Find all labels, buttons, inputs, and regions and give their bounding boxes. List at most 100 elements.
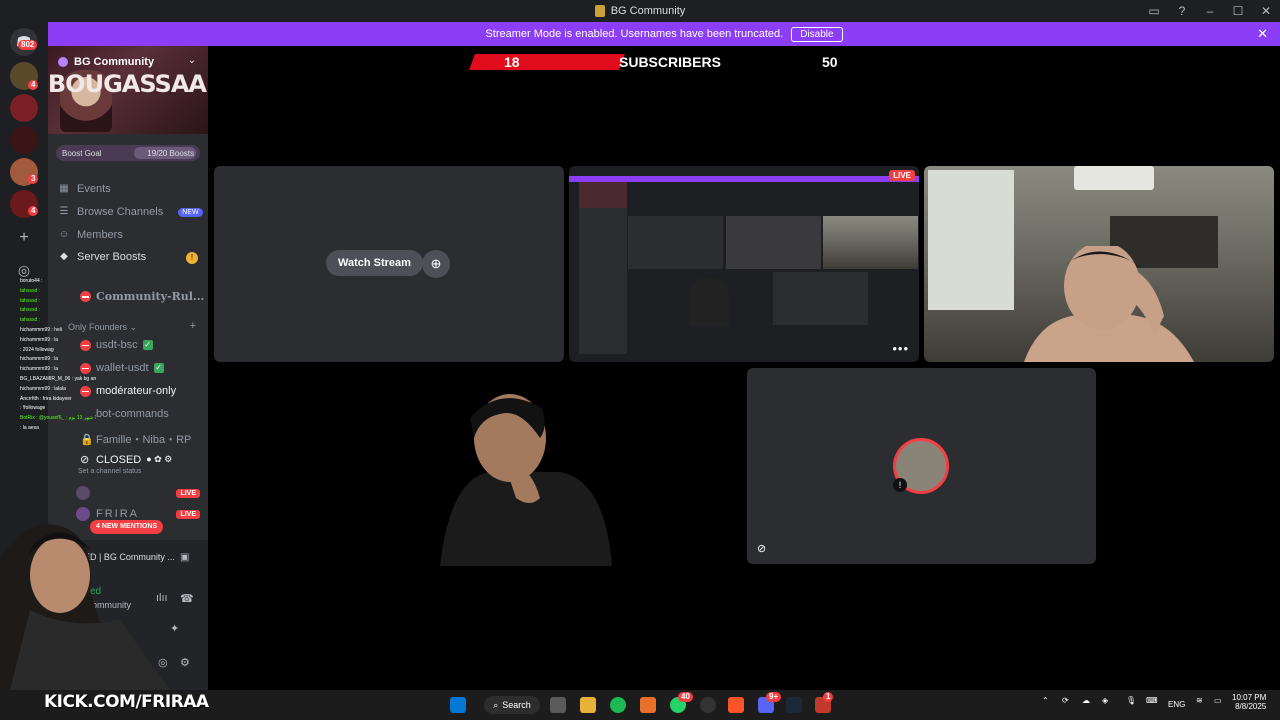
server-badge: 4 (28, 80, 39, 90)
more-options-icon[interactable]: ••• (892, 341, 909, 356)
keyboard-icon[interactable]: ⌨ (1146, 696, 1158, 705)
discord-badge: 9+ (766, 692, 782, 702)
live-badge: LIVE (176, 488, 200, 498)
chat-line: BotRix : @yousef6_ : ساعات 17 شهر 13 يوم (20, 415, 96, 422)
inbox-icon[interactable]: ▭ (1140, 4, 1168, 18)
windows-start-icon[interactable] (450, 697, 466, 713)
window-controls: ▭ ? – ☐ ✕ (1140, 0, 1280, 22)
channel-community-rules[interactable]: Community-Rul... (80, 290, 204, 303)
nav-events[interactable]: ▦ Events (58, 183, 110, 195)
channel-famille[interactable]: 🔒 Famille・Niba・RP (80, 431, 191, 447)
server-banner[interactable]: BOUGASSAA BG Community ⌄ (48, 46, 208, 134)
tray-icon[interactable]: ◈ (1102, 696, 1108, 705)
taskbar-search[interactable]: ⌕ Search (484, 696, 540, 714)
window-frame (928, 170, 1014, 310)
chevron-down-icon[interactable]: ⌄ (188, 55, 196, 66)
new-badge: NEW (178, 207, 203, 217)
chat-line: hichammm99 : heli (20, 326, 62, 333)
server-icon[interactable] (10, 94, 38, 122)
nested-tile (726, 216, 821, 269)
clock[interactable]: 10:07 PM 8/8/2025 (1232, 693, 1266, 711)
channel-label: Famille・Niba・RP (96, 434, 192, 446)
boost-goal-bar[interactable]: Boost Goal 19/20 Boosts (56, 145, 200, 161)
chat-line: tahsssd : (20, 287, 41, 294)
help-icon[interactable]: ? (1168, 4, 1196, 18)
spotify-icon[interactable] (610, 697, 626, 713)
battery-icon[interactable]: ▭ (1214, 696, 1222, 705)
nav-browse-channels[interactable]: ☰ Browse Channels NEW (58, 206, 203, 218)
chat-line: : 2024 followag (20, 346, 54, 353)
chat-line: hichammm99 : lalala (20, 385, 66, 392)
chat-icon[interactable]: ● ✿ ⚙ (146, 454, 172, 465)
calendar-icon: ▦ (59, 183, 69, 194)
steam-icon[interactable] (786, 697, 802, 713)
participant-tile[interactable]: ! ⊘ (747, 368, 1096, 564)
banner-art-text: BOUGASSAA (48, 70, 207, 98)
nav-server-boosts[interactable]: ◆ Server Boosts (58, 251, 146, 263)
nested-banner-art (579, 182, 627, 208)
boost-goal-label: Boost Goal (62, 148, 102, 158)
nav-members-label: Members (77, 229, 123, 241)
live-badge: LIVE (889, 170, 915, 181)
avatar (76, 486, 90, 500)
disable-streamer-mode-button[interactable]: Disable (791, 26, 843, 42)
server-badge: 3 (28, 174, 39, 184)
microphone-icon[interactable]: 🎙 (1126, 696, 1136, 705)
server-boost-icon (58, 57, 68, 67)
clock-time: 10:07 PM (1232, 693, 1267, 702)
streamer-webcam (0, 524, 170, 690)
channel-label: Community-Rul... (96, 290, 205, 303)
app-icon[interactable] (640, 697, 656, 713)
live-badge: LIVE (176, 509, 200, 519)
subscriber-target: 50 (822, 54, 838, 70)
chat-line: hichammm99 : la (20, 336, 59, 343)
disconnect-icon[interactable]: ☎ (180, 592, 194, 605)
kick-watermark: KICK.COM/FRIRAA (44, 692, 209, 712)
tray-chevron-icon[interactable]: ⌃ (1042, 696, 1049, 705)
popout-icon[interactable]: ⊕ (422, 250, 450, 278)
maximize-button[interactable]: ☐ (1224, 4, 1252, 18)
add-server-icon[interactable]: + (10, 224, 38, 252)
task-view-icon[interactable] (550, 697, 566, 713)
screenshare-tile[interactable]: LIVE ••• (569, 166, 919, 362)
close-button[interactable]: ✕ (1252, 4, 1280, 18)
server-badge: 4 (28, 206, 39, 216)
server-name[interactable]: BG Community (58, 56, 154, 68)
language-indicator[interactable]: ENG (1168, 700, 1185, 709)
search-label: Search (502, 700, 531, 710)
server-icon[interactable] (10, 126, 38, 154)
disconnect-screen-icon[interactable]: ▣ (180, 552, 189, 563)
watch-stream-button[interactable]: Watch Stream (326, 250, 423, 276)
app-badge: 1 (823, 692, 834, 702)
tray-icon[interactable]: ⟳ (1062, 696, 1069, 705)
minimize-button[interactable]: – (1196, 4, 1224, 18)
air-conditioner (1074, 166, 1154, 190)
wifi-icon[interactable]: ≋ (1196, 696, 1203, 705)
subscriber-current: 18 (504, 54, 520, 70)
tray-icon[interactable]: ☁ (1082, 696, 1090, 705)
live-member-row[interactable]: LIVE (76, 485, 200, 501)
server-name-text: BG Community (74, 56, 155, 68)
warning-icon: ! (186, 252, 198, 264)
chat-line: boruto44 : (20, 278, 43, 284)
nav-members[interactable]: ☺ Members (58, 229, 123, 241)
window-title: BG Community (594, 5, 685, 17)
soundboard-icon[interactable]: ✦ (170, 622, 179, 635)
close-banner-icon[interactable]: ✕ (1257, 26, 1268, 42)
banner-text: Streamer Mode is enabled. Usernames have… (485, 28, 784, 40)
webcam-tile[interactable] (924, 166, 1274, 362)
boost-progress-text: 19/20 Boosts (147, 148, 194, 158)
stream-stage: 18 SUBSCRIBERS 50 Watch Stream ⊕ LIVE ••… (208, 46, 1280, 690)
add-channel-icon[interactable]: + (190, 320, 196, 332)
file-explorer-icon[interactable] (580, 697, 596, 713)
brave-icon[interactable] (728, 697, 744, 713)
settings-gear-icon[interactable]: ⚙ (180, 656, 190, 669)
nested-tile (628, 216, 723, 269)
chat-line: Ancrrfith : frira kidayeer (20, 395, 72, 402)
channel-label: bot-commands (96, 408, 169, 420)
chat-line: BG_LBAZAMIR_M_06 : yak bg an lycum (20, 375, 96, 382)
stream-tile[interactable]: Watch Stream ⊕ (214, 166, 564, 362)
channel-label: CLOSED (96, 453, 142, 466)
clock-date: 8/8/2025 (1235, 702, 1267, 711)
obs-icon[interactable] (700, 697, 716, 713)
